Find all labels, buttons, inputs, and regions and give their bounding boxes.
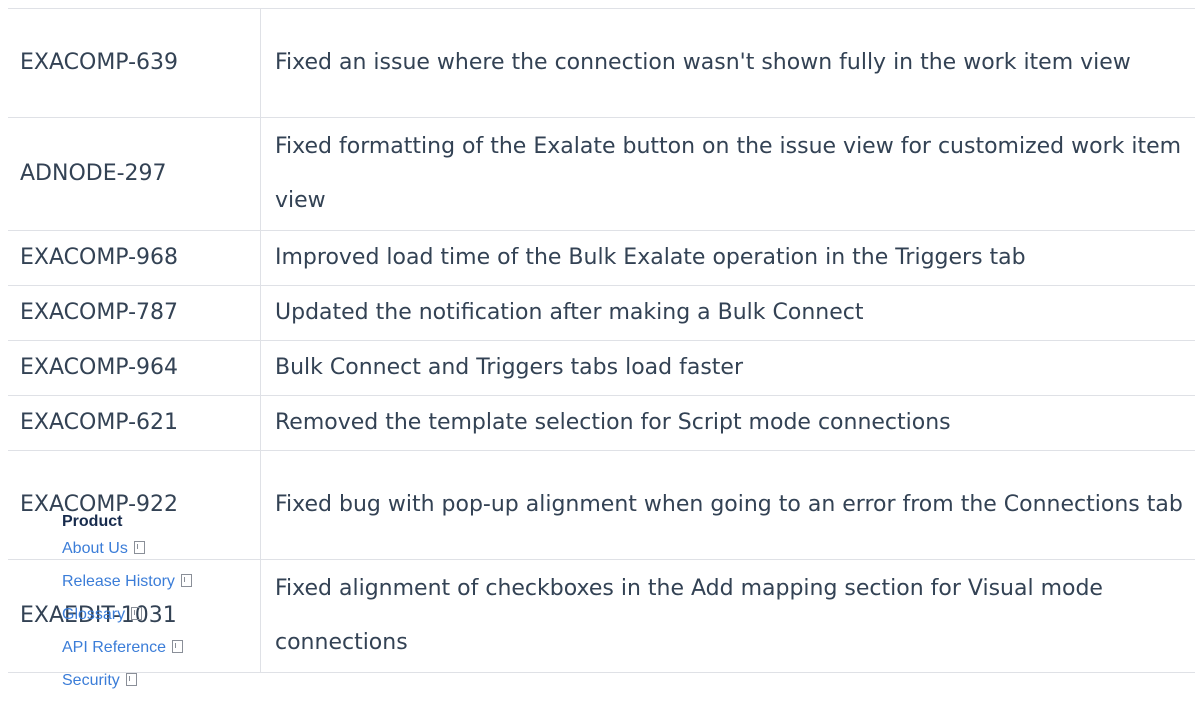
footer-link-api-reference[interactable]: API Reference: [62, 637, 192, 659]
issue-key: EXACOMP-621: [8, 395, 261, 451]
table-row: EXACOMP-787 Updated the notification aft…: [8, 285, 1195, 341]
footer-product-nav: Product About Us Release History Glossar…: [62, 511, 192, 703]
footer-link-label: Release History: [62, 573, 175, 590]
issue-description: Fixed an issue where the connection wasn…: [260, 8, 1195, 118]
footer-link-label: API Reference: [62, 639, 167, 656]
footer-link-release-history[interactable]: Release History: [62, 571, 192, 593]
table-row: EXACOMP-968 Improved load time of the Bu…: [8, 230, 1195, 286]
external-link-icon: [125, 673, 137, 686]
external-link-icon: [133, 541, 145, 554]
issue-description: Updated the notification after making a …: [260, 285, 1195, 341]
issue-description: Fixed bug with pop-up alignment when goi…: [260, 450, 1195, 560]
issue-key: EXACOMP-787: [8, 285, 261, 341]
issue-description: Fixed alignment of checkboxes in the Add…: [260, 559, 1195, 673]
footer-link-security[interactable]: Security: [62, 670, 192, 692]
footer-link-label: About Us: [62, 540, 128, 557]
issue-key: EXACOMP-968: [8, 230, 261, 286]
external-link-icon: [131, 607, 143, 620]
issue-description: Improved load time of the Bulk Exalate o…: [260, 230, 1195, 286]
footer-heading: Product: [62, 513, 123, 530]
issue-description: Bulk Connect and Triggers tabs load fast…: [260, 340, 1195, 396]
footer-link-about-us[interactable]: About Us: [62, 538, 192, 560]
external-link-icon: [180, 574, 192, 587]
issue-description: Removed the template selection for Scrip…: [260, 395, 1195, 451]
footer-link-glossary[interactable]: Glossary: [62, 604, 192, 626]
table-row: EXACOMP-639 Fixed an issue where the con…: [8, 8, 1195, 118]
issue-key: EXACOMP-964: [8, 340, 261, 396]
table-row: EXACOMP-621 Removed the template selecti…: [8, 395, 1195, 451]
issue-key: ADNODE-297: [8, 117, 261, 231]
issue-description: Fixed formatting of the Exalate button o…: [260, 117, 1195, 231]
footer-link-label: Security: [62, 672, 120, 689]
issue-key: EXACOMP-639: [8, 8, 261, 118]
external-link-icon: [172, 640, 184, 653]
table-row: ADNODE-297 Fixed formatting of the Exala…: [8, 117, 1195, 231]
table-row: EXACOMP-964 Bulk Connect and Triggers ta…: [8, 340, 1195, 396]
footer-link-label: Glossary: [62, 606, 126, 623]
